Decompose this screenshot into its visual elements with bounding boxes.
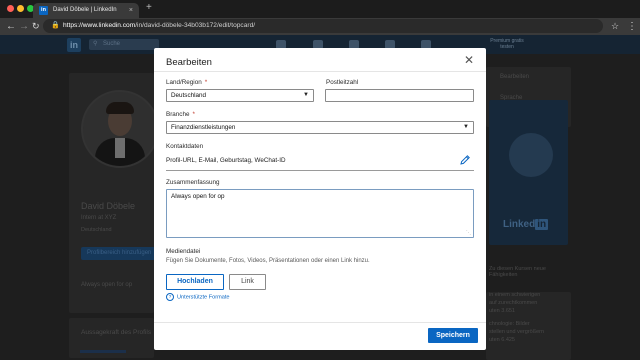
profile-headline: Intern at XYZ: [81, 215, 117, 221]
modal-footer-divider: [154, 322, 486, 323]
close-icon[interactable]: ✕: [464, 54, 474, 66]
browser-tab-bar: in David Döbele | LinkedIn × +: [0, 0, 640, 18]
browser-tab[interactable]: in David Döbele | LinkedIn ×: [33, 3, 139, 18]
add-profile-section-button[interactable]: Profilbereich hinzufügen: [81, 247, 155, 260]
menu-dots-icon[interactable]: ⋮: [627, 19, 637, 34]
edit-modal: Bearbeiten ✕ Land/Region * Deutschland ▼ P…: [154, 48, 486, 350]
contact-divider: [166, 170, 474, 171]
question-icon: ?: [166, 293, 174, 301]
link-button[interactable]: Link: [229, 274, 266, 290]
dropdown-caret-icon: ▼: [463, 124, 469, 130]
url-text: https://www.linkedin.com/in/david-döbele…: [63, 22, 256, 29]
browser-nav-bar: ← → ↻ 🔒 https://www.linkedin.com/in/davi…: [0, 18, 640, 35]
supported-formats-link[interactable]: ? Unterstützte Formate: [166, 293, 230, 301]
bookmark-star-icon[interactable]: ☆: [611, 19, 619, 34]
side-course-link[interactable]: chnologie: Bilder: [489, 321, 530, 327]
side-course-meta: uten 3.651: [489, 308, 515, 314]
linkedin-favicon-icon: in: [39, 6, 48, 15]
side-item-edit[interactable]: Bearbeiten: [500, 74, 529, 80]
profile-summary: Always open for op: [81, 282, 133, 288]
minimize-window-button[interactable]: [17, 5, 24, 12]
profile-location: Deutschland: [81, 227, 112, 233]
save-button[interactable]: Speichern: [428, 328, 478, 343]
reload-icon[interactable]: ↻: [32, 19, 40, 34]
modal-header-divider: [154, 71, 486, 72]
tab-title: David Döbele | LinkedIn: [53, 7, 117, 13]
side-course-title: Zu diesen Kursen neue Fähigkeiten: [489, 266, 546, 278]
side-course-meta: uten 6.425: [489, 337, 515, 343]
dropdown-caret-icon: ▼: [303, 92, 309, 98]
linkedin-learning-ad[interactable]: Linked in: [489, 100, 568, 245]
side-course-link[interactable]: stellen und vergrößern: [489, 329, 544, 335]
postal-code-label: Postleitzahl: [326, 79, 359, 86]
new-tab-button[interactable]: +: [146, 2, 152, 13]
premium-link[interactable]: Premium gratis testen: [487, 38, 527, 50]
summary-label: Zusammenfassung: [166, 179, 220, 186]
close-window-button[interactable]: [7, 5, 14, 12]
resize-handle-icon[interactable]: ⋱: [466, 230, 471, 236]
address-bar[interactable]: 🔒 https://www.linkedin.com/in/david-döbe…: [43, 19, 603, 33]
summary-textarea[interactable]: Always open for op ⋱: [166, 189, 474, 238]
contact-info-value: Profil-URL, E-Mail, Geburtstag, WeChat-I…: [166, 157, 286, 164]
side-course-link[interactable]: auf zurechtkommen: [489, 300, 537, 306]
forward-arrow-icon[interactable]: →: [19, 19, 29, 34]
lock-icon: 🔒: [51, 22, 60, 29]
back-arrow-icon[interactable]: ←: [6, 19, 16, 34]
linkedin-learning-logo: Linked in: [503, 219, 549, 230]
profile-name: David Döbele: [81, 201, 136, 211]
media-label: Mediendatei: [166, 248, 201, 255]
tab-close-icon[interactable]: ×: [129, 3, 133, 18]
country-select[interactable]: Deutschland ▼: [166, 89, 314, 102]
search-input[interactable]: ⚲ Suche: [89, 39, 159, 50]
search-icon: ⚲: [93, 41, 98, 47]
postal-code-input[interactable]: [325, 89, 474, 102]
country-label: Land/Region *: [166, 79, 208, 86]
profile-strength-bar: [80, 350, 126, 353]
industry-select[interactable]: Finanzdienstleistungen ▼: [166, 121, 474, 134]
profile-strength-title: Aussagekraft des Profils: [81, 329, 152, 336]
media-hint: Fügen Sie Dokumente, Fotos, Videos, Präs…: [166, 258, 370, 264]
upload-button[interactable]: Hochladen: [166, 274, 224, 290]
industry-label: Branche *: [166, 111, 195, 118]
contact-info-label: Kontaktdaten: [166, 143, 204, 150]
avatar[interactable]: [81, 90, 159, 168]
pencil-icon[interactable]: [459, 154, 471, 166]
side-course-link[interactable]: in einem schwierigen: [489, 292, 540, 298]
linkedin-logo-icon[interactable]: in: [67, 38, 81, 52]
modal-title: Bearbeiten: [166, 57, 212, 68]
